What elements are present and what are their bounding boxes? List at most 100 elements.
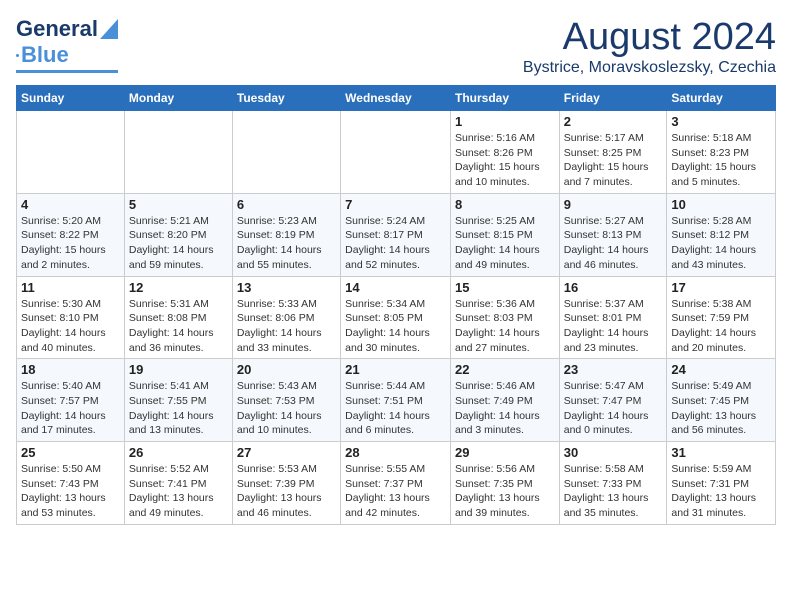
day-info: Sunrise: 5:56 AMSunset: 7:35 PMDaylight:…	[455, 462, 555, 521]
day-info: Sunrise: 5:24 AMSunset: 8:17 PMDaylight:…	[345, 214, 446, 273]
day-number: 18	[21, 362, 120, 377]
calendar-cell: 19 Sunrise: 5:41 AMSunset: 7:55 PMDayligh…	[124, 359, 232, 442]
logo-blue-text: Blue	[21, 42, 69, 68]
day-info: Sunrise: 5:52 AMSunset: 7:41 PMDaylight:…	[129, 462, 228, 521]
day-info: Sunrise: 5:53 AMSunset: 7:39 PMDaylight:…	[237, 462, 336, 521]
day-number: 16	[564, 280, 663, 295]
day-number: 24	[671, 362, 771, 377]
calendar-cell: 12Sunrise: 5:31 AMSunset: 8:08 PMDayligh…	[124, 276, 232, 359]
calendar-week-row: 1 Sunrise: 5:16 AMSunset: 8:26 PMDaylight…	[17, 111, 776, 194]
logo: General Blue	[16, 16, 118, 73]
day-info: Sunrise: 5:59 AMSunset: 7:31 PMDaylight:…	[671, 462, 771, 521]
day-info: Sunrise: 5:37 AMSunset: 8:01 PMDaylight:…	[564, 297, 663, 356]
day-number: 15	[455, 280, 555, 295]
calendar-header-row: SundayMondayTuesdayWednesdayThursdayFrid…	[17, 86, 776, 111]
calendar-week-row: 11Sunrise: 5:30 AMSunset: 8:10 PMDayligh…	[17, 276, 776, 359]
calendar-cell: 9Sunrise: 5:27 AMSunset: 8:13 PMDaylight…	[559, 193, 667, 276]
day-number: 21	[345, 362, 446, 377]
calendar-cell: 4 Sunrise: 5:20 AMSunset: 8:22 PMDaylight…	[17, 193, 125, 276]
day-info: Sunrise: 5:58 AMSunset: 7:33 PMDaylight:…	[564, 462, 663, 521]
calendar-cell: 25Sunrise: 5:50 AMSunset: 7:43 PMDayligh…	[17, 442, 125, 525]
day-info: Sunrise: 5:34 AMSunset: 8:05 PMDaylight:…	[345, 297, 446, 356]
day-info: Sunrise: 5:40 AMSunset: 7:57 PMDaylight:…	[21, 379, 120, 438]
day-info: Sunrise: 5:47 AMSunset: 7:47 PMDaylight:…	[564, 379, 663, 438]
day-number: 26	[129, 445, 228, 460]
calendar-cell: 18 Sunrise: 5:40 AMSunset: 7:57 PMDayligh…	[17, 359, 125, 442]
day-header-saturday: Saturday	[667, 86, 776, 111]
calendar-cell: 1 Sunrise: 5:16 AMSunset: 8:26 PMDaylight…	[450, 111, 559, 194]
day-info: Sunrise: 5:27 AMSunset: 8:13 PMDaylight:…	[564, 214, 663, 273]
day-info: Sunrise: 5:31 AMSunset: 8:08 PMDaylight:…	[129, 297, 228, 356]
day-number: 19	[129, 362, 228, 377]
subtitle: Bystrice, Moravskoslezsky, Czechia	[523, 59, 776, 77]
logo-text: General	[16, 16, 98, 42]
calendar-cell: 13Sunrise: 5:33 AMSunset: 8:06 PMDayligh…	[232, 276, 340, 359]
day-number: 2	[564, 114, 663, 129]
calendar-cell: 31 Sunrise: 5:59 AMSunset: 7:31 PMDayligh…	[667, 442, 776, 525]
day-number: 14	[345, 280, 446, 295]
day-info: Sunrise: 5:25 AMSunset: 8:15 PMDaylight:…	[455, 214, 555, 273]
day-number: 31	[671, 445, 771, 460]
day-number: 8	[455, 197, 555, 212]
day-info: Sunrise: 5:55 AMSunset: 7:37 PMDaylight:…	[345, 462, 446, 521]
day-header-monday: Monday	[124, 86, 232, 111]
day-number: 28	[345, 445, 446, 460]
calendar-cell: 30 Sunrise: 5:58 AMSunset: 7:33 PMDayligh…	[559, 442, 667, 525]
day-info: Sunrise: 5:44 AMSunset: 7:51 PMDaylight:…	[345, 379, 446, 438]
title-area: August 2024 Bystrice, Moravskoslezsky, C…	[523, 16, 776, 77]
calendar-cell: 29 Sunrise: 5:56 AMSunset: 7:35 PMDayligh…	[450, 442, 559, 525]
day-info: Sunrise: 5:36 AMSunset: 8:03 PMDaylight:…	[455, 297, 555, 356]
calendar-cell: 17 Sunrise: 5:38 AMSunset: 7:59 PMDayligh…	[667, 276, 776, 359]
day-header-sunday: Sunday	[17, 86, 125, 111]
day-number: 4	[21, 197, 120, 212]
day-number: 30	[564, 445, 663, 460]
day-info: Sunrise: 5:23 AMSunset: 8:19 PMDaylight:…	[237, 214, 336, 273]
header: General Blue August 2024 Bystrice, Morav…	[16, 16, 776, 77]
calendar-cell: 21 Sunrise: 5:44 AMSunset: 7:51 PMDayligh…	[341, 359, 451, 442]
calendar-week-row: 18 Sunrise: 5:40 AMSunset: 7:57 PMDayligh…	[17, 359, 776, 442]
calendar-cell: 20 Sunrise: 5:43 AMSunset: 7:53 PMDayligh…	[232, 359, 340, 442]
calendar-week-row: 4 Sunrise: 5:20 AMSunset: 8:22 PMDaylight…	[17, 193, 776, 276]
day-info: Sunrise: 5:38 AMSunset: 7:59 PMDaylight:…	[671, 297, 771, 356]
day-header-thursday: Thursday	[450, 86, 559, 111]
day-number: 17	[671, 280, 771, 295]
day-info: Sunrise: 5:16 AMSunset: 8:26 PMDaylight:…	[455, 131, 555, 190]
day-info: Sunrise: 5:49 AMSunset: 7:45 PMDaylight:…	[671, 379, 771, 438]
day-number: 11	[21, 280, 120, 295]
calendar-cell: 15 Sunrise: 5:36 AMSunset: 8:03 PMDayligh…	[450, 276, 559, 359]
calendar-cell	[17, 111, 125, 194]
day-number: 10	[671, 197, 771, 212]
calendar-week-row: 25Sunrise: 5:50 AMSunset: 7:43 PMDayligh…	[17, 442, 776, 525]
calendar-cell: 2Sunrise: 5:17 AMSunset: 8:25 PMDaylight…	[559, 111, 667, 194]
day-info: Sunrise: 5:33 AMSunset: 8:06 PMDaylight:…	[237, 297, 336, 356]
logo-triangle-icon	[100, 19, 118, 39]
main-title: August 2024	[523, 16, 776, 59]
calendar-cell: 23Sunrise: 5:47 AMSunset: 7:47 PMDayligh…	[559, 359, 667, 442]
day-number: 3	[671, 114, 771, 129]
calendar-cell: 11Sunrise: 5:30 AMSunset: 8:10 PMDayligh…	[17, 276, 125, 359]
day-number: 5	[129, 197, 228, 212]
day-number: 27	[237, 445, 336, 460]
calendar-cell	[232, 111, 340, 194]
calendar-cell	[341, 111, 451, 194]
day-number: 1	[455, 114, 555, 129]
day-number: 20	[237, 362, 336, 377]
calendar-cell: 26 Sunrise: 5:52 AMSunset: 7:41 PMDayligh…	[124, 442, 232, 525]
calendar-cell: 14 Sunrise: 5:34 AMSunset: 8:05 PMDayligh…	[341, 276, 451, 359]
day-header-friday: Friday	[559, 86, 667, 111]
day-header-tuesday: Tuesday	[232, 86, 340, 111]
calendar-cell: 28 Sunrise: 5:55 AMSunset: 7:37 PMDayligh…	[341, 442, 451, 525]
day-info: Sunrise: 5:41 AMSunset: 7:55 PMDaylight:…	[129, 379, 228, 438]
day-number: 7	[345, 197, 446, 212]
day-number: 29	[455, 445, 555, 460]
day-header-wednesday: Wednesday	[341, 86, 451, 111]
day-number: 22	[455, 362, 555, 377]
day-info: Sunrise: 5:20 AMSunset: 8:22 PMDaylight:…	[21, 214, 120, 273]
day-info: Sunrise: 5:43 AMSunset: 7:53 PMDaylight:…	[237, 379, 336, 438]
day-info: Sunrise: 5:21 AMSunset: 8:20 PMDaylight:…	[129, 214, 228, 273]
day-number: 6	[237, 197, 336, 212]
day-info: Sunrise: 5:46 AMSunset: 7:49 PMDaylight:…	[455, 379, 555, 438]
calendar-cell: 7 Sunrise: 5:24 AMSunset: 8:17 PMDaylight…	[341, 193, 451, 276]
calendar-cell: 5 Sunrise: 5:21 AMSunset: 8:20 PMDaylight…	[124, 193, 232, 276]
calendar-cell: 6 Sunrise: 5:23 AMSunset: 8:19 PMDaylight…	[232, 193, 340, 276]
